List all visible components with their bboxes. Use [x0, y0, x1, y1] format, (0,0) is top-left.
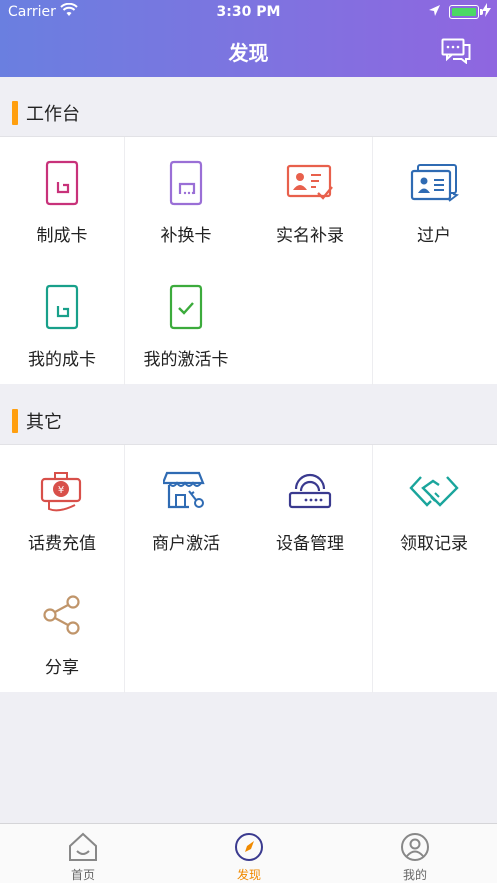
- other-grid: ¥ 话费充值 商户激活 设备管理 领取记录 分享: [0, 444, 497, 693]
- grid-item-label: 实名补录: [276, 226, 344, 246]
- location-arrow-icon: [428, 4, 441, 21]
- workbench-grid: 制成卡 补换卡 实名补录 过户 我的成卡 我的激活卡: [0, 136, 497, 385]
- id-card-check-icon: [284, 159, 336, 207]
- grid-item-label: 我的成卡: [28, 350, 96, 370]
- section-accent-bar: [12, 409, 18, 433]
- share-icon: [36, 591, 88, 639]
- charging-bolt-icon: [482, 3, 491, 21]
- grid-item-label: 过户: [417, 226, 451, 246]
- grid-item-label: 话费充值: [28, 534, 96, 554]
- router-icon: [284, 467, 336, 515]
- sim-card-replace-icon: [160, 159, 212, 207]
- tab-home[interactable]: 首页: [0, 824, 166, 883]
- discover-compass-icon: [233, 832, 265, 862]
- grid-item-recharge[interactable]: ¥ 话费充值: [0, 445, 124, 569]
- grid-item-label: 补换卡: [160, 226, 212, 246]
- tab-label: 我的: [402, 868, 427, 882]
- shop-key-icon: [160, 467, 212, 515]
- tab-label: 首页: [70, 868, 95, 882]
- page-title: 发现: [228, 41, 269, 65]
- grid-item-device-management[interactable]: 设备管理: [248, 445, 372, 569]
- grid-item-label: 领取记录: [400, 534, 468, 554]
- profile-icon: [399, 832, 431, 862]
- section-header-other: 其它: [0, 397, 497, 445]
- section-accent-bar: [12, 101, 18, 125]
- recharge-icon: ¥: [36, 467, 88, 515]
- sim-card-check-icon: [160, 283, 212, 331]
- svg-text:¥: ¥: [58, 485, 64, 496]
- app-header: Carrier 3:30 PM 发现: [0, 0, 497, 77]
- grid-item-label: 我的激活卡: [143, 350, 229, 370]
- tab-discover[interactable]: 发现: [166, 824, 332, 883]
- status-time: 3:30 PM: [216, 4, 281, 20]
- sim-card-list-icon: [36, 283, 88, 331]
- handshake-icon: [408, 467, 460, 515]
- section-title: 工作台: [26, 104, 80, 125]
- home-icon: [67, 832, 99, 862]
- grid-item-realname-supplement[interactable]: 实名补录: [248, 137, 372, 261]
- grid-item-merchant-activate[interactable]: 商户激活: [124, 445, 248, 569]
- grid-item-my-activated-cards[interactable]: 我的激活卡: [124, 261, 248, 385]
- grid-item-label: 商户激活: [152, 534, 220, 554]
- section-title: 其它: [26, 412, 62, 433]
- status-bar: Carrier 3:30 PM: [0, 0, 497, 24]
- tab-profile[interactable]: 我的: [332, 824, 497, 883]
- sim-card-icon: [36, 159, 88, 207]
- bottom-tab-bar: 首页 发现 我的: [0, 823, 497, 883]
- grid-item-label: 设备管理: [276, 534, 344, 554]
- id-card-transfer-icon: [408, 159, 460, 207]
- grid-item-receive-records[interactable]: 领取记录: [372, 445, 496, 569]
- grid-item-replace-card[interactable]: 补换卡: [124, 137, 248, 261]
- grid-item-share[interactable]: 分享: [0, 569, 124, 693]
- battery-icon: [449, 5, 483, 19]
- section-header-workbench: 工作台: [0, 89, 497, 137]
- tab-label: 发现: [236, 868, 261, 882]
- grid-item-my-cards[interactable]: 我的成卡: [0, 261, 124, 385]
- message-button[interactable]: [441, 38, 471, 65]
- grid-item-label: 制成卡: [36, 226, 88, 246]
- grid-item-transfer[interactable]: 过户: [372, 137, 496, 261]
- grid-item-make-card[interactable]: 制成卡: [0, 137, 124, 261]
- grid-item-label: 分享: [45, 658, 79, 678]
- chat-bubbles-icon: [441, 38, 471, 65]
